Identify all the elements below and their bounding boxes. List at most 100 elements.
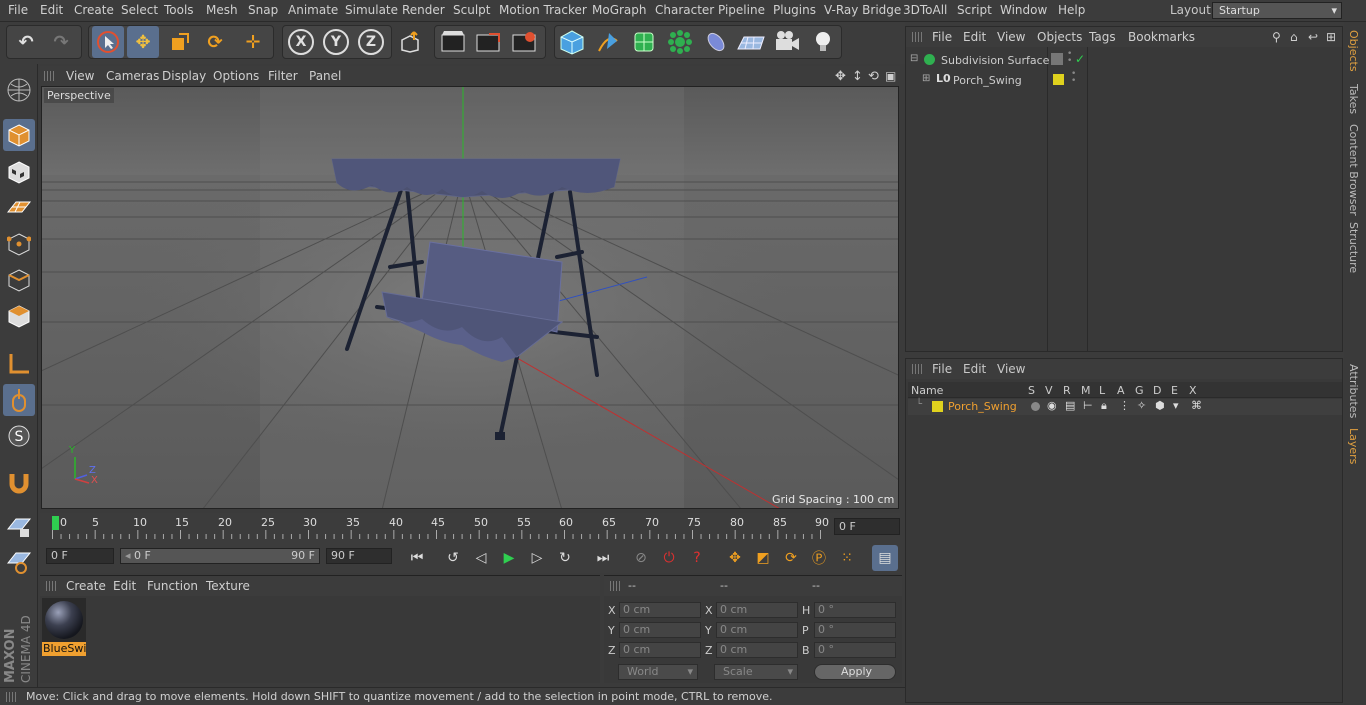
pos-z-field[interactable]: 0 cm xyxy=(619,642,701,658)
tweak-mode-icon[interactable] xyxy=(3,384,35,416)
home-icon[interactable]: ⌂ xyxy=(1290,30,1298,44)
viewport-maximize-icon[interactable]: ▣ xyxy=(885,69,896,83)
layout-select[interactable]: Startup ▾ xyxy=(1212,2,1342,19)
perspective-viewport[interactable]: Y Z X xyxy=(41,86,899,509)
solo-toggle-icon[interactable] xyxy=(1031,402,1040,411)
tree-collapse-icon[interactable]: ⊟ xyxy=(910,53,918,64)
panel-grip-icon[interactable] xyxy=(912,32,922,42)
manager-icon[interactable]: ⊢ xyxy=(1083,399,1093,412)
edges-mode-icon[interactable] xyxy=(3,264,35,296)
panel-grip-icon[interactable] xyxy=(46,581,56,591)
col-animation[interactable]: A xyxy=(1117,384,1125,397)
menu-pipeline[interactable]: Pipeline xyxy=(718,3,765,17)
viewport-menu-cameras[interactable]: Cameras xyxy=(106,69,159,83)
keyframe-selection-icon[interactable]: ? xyxy=(684,545,710,571)
pen-spline-icon[interactable] xyxy=(592,26,624,58)
magnet-icon[interactable] xyxy=(3,466,35,498)
pos-y-field[interactable]: 0 cm xyxy=(619,622,701,638)
material-swatch[interactable]: BlueSwi xyxy=(42,598,86,658)
lock-icon[interactable]: 🔒︎ xyxy=(1101,399,1107,413)
pos-x-field[interactable]: 0 cm xyxy=(619,602,701,618)
layer-menu-file[interactable]: File xyxy=(932,362,952,376)
animation-icon[interactable]: ⋮ xyxy=(1119,399,1130,412)
menu-mesh[interactable]: Mesh xyxy=(206,3,238,17)
material-menu-edit[interactable]: Edit xyxy=(113,579,136,593)
tab-layers[interactable]: Layers xyxy=(1347,428,1360,464)
xref-icon[interactable]: ⌘ xyxy=(1191,399,1202,412)
timeline-window-icon[interactable]: ▤ xyxy=(872,545,898,571)
menu-select[interactable]: Select xyxy=(121,3,158,17)
render-view-icon[interactable] xyxy=(437,26,469,58)
rot-h-field[interactable]: 0 ° xyxy=(814,602,896,618)
expression-icon[interactable]: ▾ xyxy=(1173,399,1179,412)
layer-tag-icon[interactable] xyxy=(1051,53,1063,65)
previous-key-icon[interactable]: ↺ xyxy=(440,545,466,571)
size-z-field[interactable]: 0 cm xyxy=(716,642,798,658)
x-axis-lock-icon[interactable]: X xyxy=(285,26,317,58)
layer-row[interactable]: └ Porch_Swing ◉ ▤ ⊢ 🔒︎ ⋮ ✧ ⬢ ▾ ⌘ xyxy=(908,399,1342,415)
object-menu-tags[interactable]: Tags xyxy=(1089,30,1116,44)
rot-b-field[interactable]: 0 ° xyxy=(814,642,896,658)
coordinate-system-icon[interactable] xyxy=(394,26,426,58)
col-locked[interactable]: L xyxy=(1099,384,1105,397)
menu-plugins[interactable]: Plugins xyxy=(773,3,816,17)
menu-window[interactable]: Window xyxy=(1000,3,1047,17)
col-generators[interactable]: G xyxy=(1135,384,1144,397)
visibility-dots-icon[interactable]: • • xyxy=(1067,50,1072,66)
menu-character[interactable]: Character xyxy=(655,3,714,17)
render-settings-icon[interactable] xyxy=(508,26,540,58)
z-axis-lock-icon[interactable]: Z xyxy=(355,26,387,58)
layer-menu-edit[interactable]: Edit xyxy=(963,362,986,376)
scale-icon[interactable] xyxy=(164,26,196,58)
current-frame-field[interactable]: 0 F xyxy=(834,518,900,535)
col-render[interactable]: R xyxy=(1063,384,1071,397)
points-mode-icon[interactable] xyxy=(3,228,35,260)
go-to-end-icon[interactable]: ⏭ xyxy=(590,545,616,571)
play-forward-icon[interactable]: ▶ xyxy=(496,545,522,571)
new-window-icon[interactable]: ⊞ xyxy=(1326,30,1336,44)
object-menu-view[interactable]: View xyxy=(997,30,1025,44)
menu-script[interactable]: Script xyxy=(957,3,992,17)
viewport-zoom-icon[interactable]: ↕ xyxy=(852,69,863,84)
undo-icon[interactable]: ↶ xyxy=(10,26,42,58)
object-menu-edit[interactable]: Edit xyxy=(963,30,986,44)
tab-objects[interactable]: Objects xyxy=(1347,30,1360,72)
cloner-icon[interactable] xyxy=(664,26,696,58)
viewport-menu-display[interactable]: Display xyxy=(162,69,206,83)
key-position-icon[interactable]: ✥ xyxy=(722,545,748,571)
col-solo[interactable]: S xyxy=(1028,384,1035,397)
menu-mograph[interactable]: MoGraph xyxy=(592,3,647,17)
object-row-subdivision-surface[interactable]: ⊟ Subdivision Surface • • ✓ xyxy=(908,50,1342,71)
polygons-mode-icon[interactable] xyxy=(3,300,35,332)
object-menu-file[interactable]: File xyxy=(932,30,952,44)
tab-content-browser[interactable]: Content Browser xyxy=(1347,124,1360,216)
panel-grip-icon[interactable] xyxy=(610,581,620,591)
col-deformers[interactable]: D xyxy=(1153,384,1161,397)
panel-grip-icon[interactable] xyxy=(912,364,922,374)
timeline-ruler[interactable]: 0 5 10 15 20 25 30 35 40 45 50 55 60 65 … xyxy=(40,513,900,543)
layer-color-swatch[interactable] xyxy=(1053,74,1064,85)
menu-animate[interactable]: Animate xyxy=(288,3,338,17)
camera-icon[interactable] xyxy=(771,26,803,58)
render-clapper-icon[interactable]: ▤ xyxy=(1065,399,1075,412)
col-xref[interactable]: X xyxy=(1189,384,1197,397)
panel-grip-icon[interactable] xyxy=(44,71,54,81)
back-icon[interactable]: ↩ xyxy=(1308,30,1318,44)
size-mode-select[interactable]: Scale ▾ xyxy=(714,664,798,680)
col-name[interactable]: Name xyxy=(911,384,943,397)
material-menu-function[interactable]: Function xyxy=(147,579,198,593)
enabled-check-icon[interactable]: ✓ xyxy=(1075,52,1085,66)
make-editable-icon[interactable] xyxy=(3,74,35,106)
tab-takes[interactable]: Takes xyxy=(1347,84,1360,114)
next-key-icon[interactable]: ↻ xyxy=(552,545,578,571)
size-x-field[interactable]: 0 cm xyxy=(716,602,798,618)
key-scale-icon[interactable]: ◩ xyxy=(750,545,776,571)
col-manager[interactable]: M xyxy=(1081,384,1091,397)
generator-icon[interactable]: ✧ xyxy=(1137,399,1146,412)
menu-motion-tracker[interactable]: Motion Tracker xyxy=(499,3,587,17)
layer-menu-view[interactable]: View xyxy=(997,362,1025,376)
end-frame-field[interactable]: 90 F xyxy=(326,548,392,564)
autokeying-icon[interactable]: ⏻ xyxy=(656,545,682,571)
menu-help[interactable]: Help xyxy=(1058,3,1085,17)
menu-snap[interactable]: Snap xyxy=(248,3,278,17)
